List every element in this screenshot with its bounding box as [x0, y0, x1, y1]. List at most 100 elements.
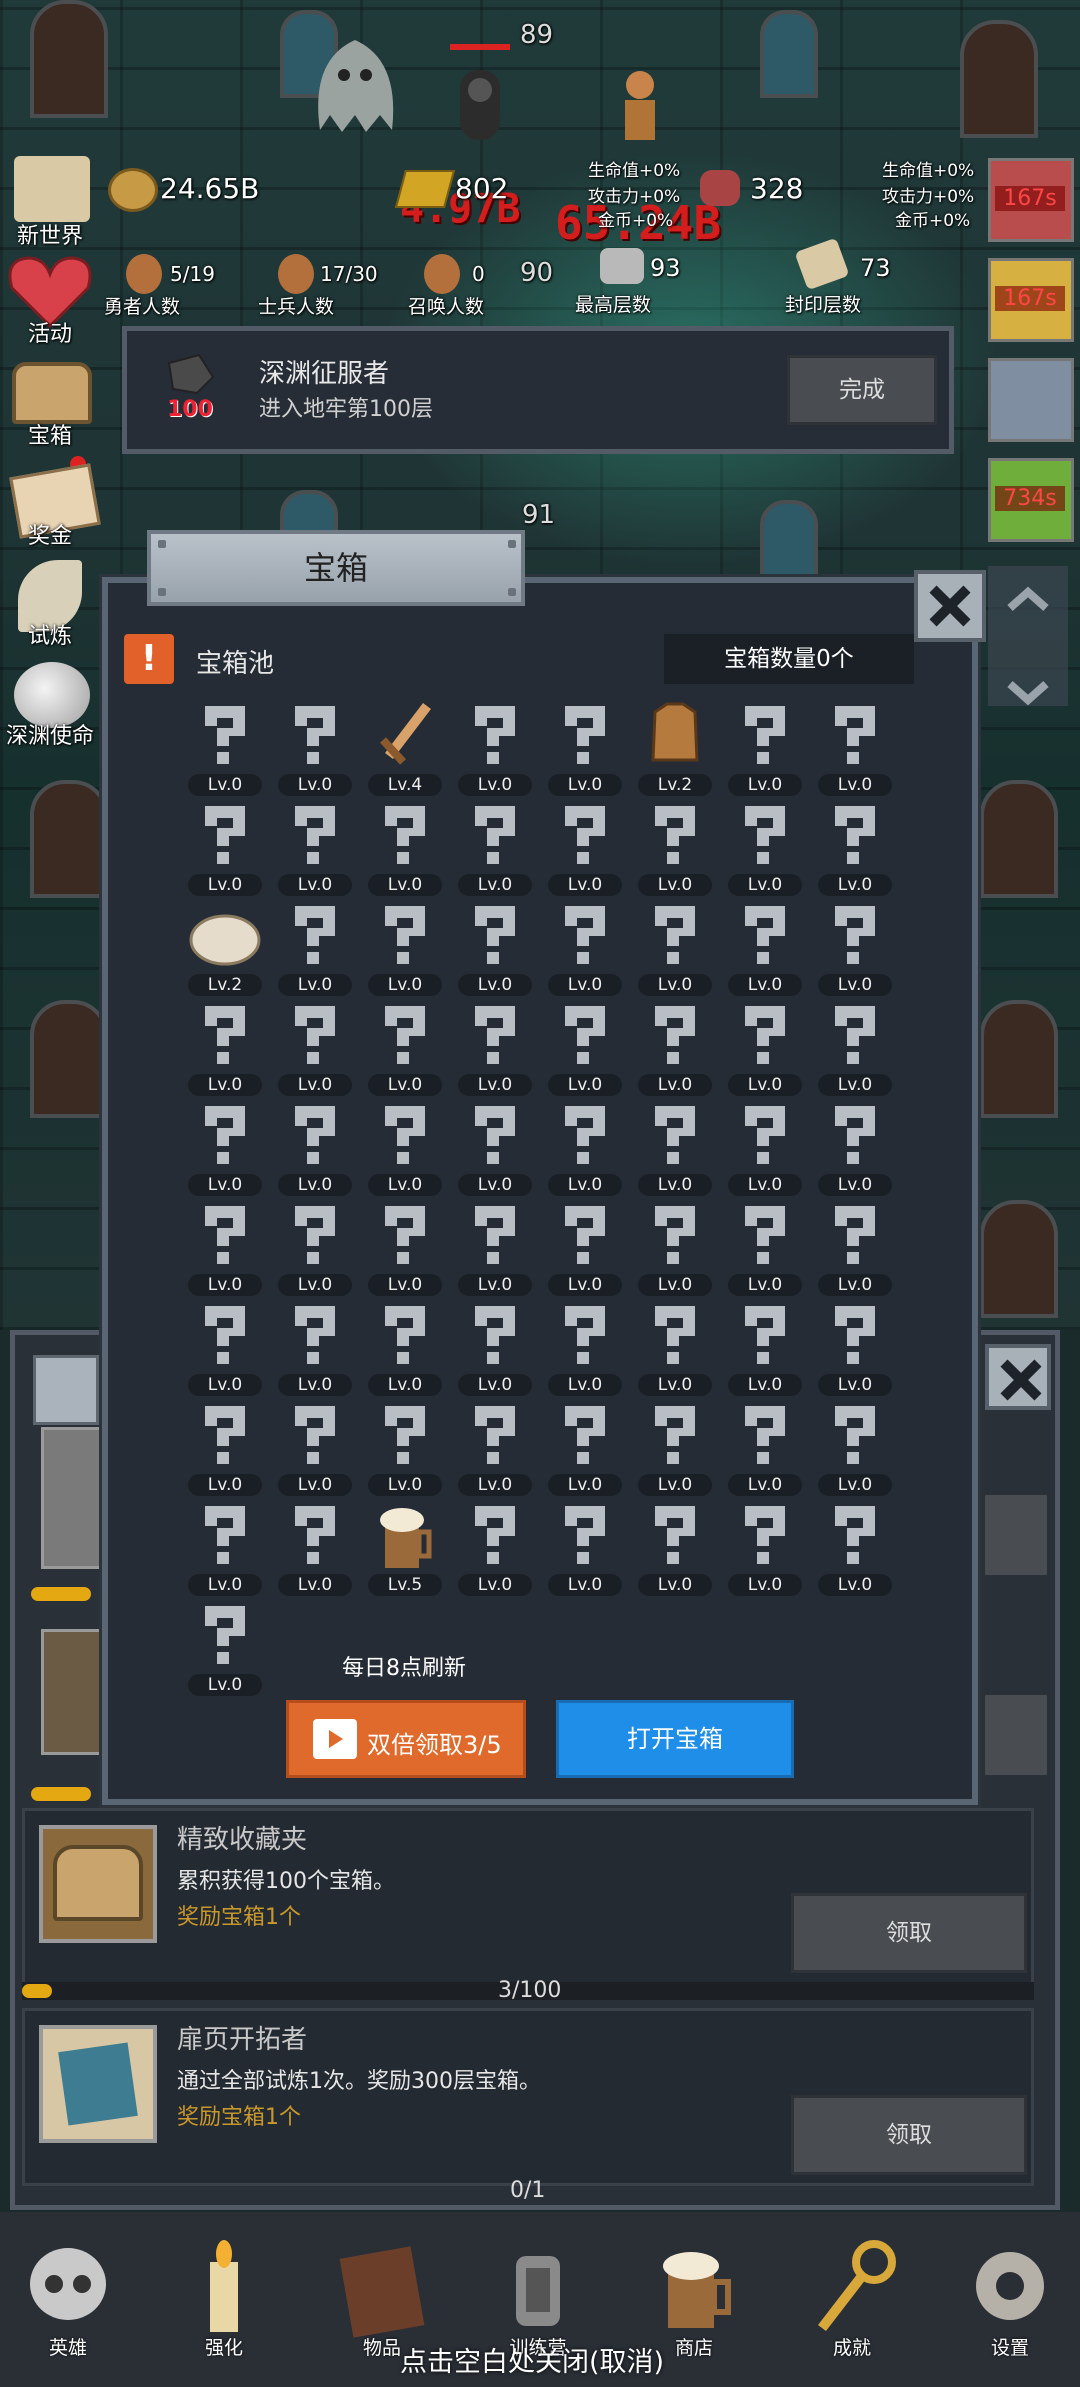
- claim-button-partial[interactable]: [985, 1495, 1047, 1575]
- chest-pool-item[interactable]: Lv.0: [188, 800, 262, 896]
- chest-pool-item[interactable]: Lv.4: [368, 700, 442, 796]
- chest-pool-item[interactable]: Lv.0: [818, 1000, 892, 1096]
- chest-pool-item[interactable]: Lv.0: [638, 1500, 712, 1596]
- chest-pool-item[interactable]: Lv.0: [458, 1300, 532, 1396]
- unknown-item-icon: [557, 800, 613, 872]
- chest-pool-item[interactable]: Lv.0: [458, 1500, 532, 1596]
- arrow-down-icon[interactable]: [1007, 681, 1049, 706]
- chest-pool-item[interactable]: Lv.0: [188, 1500, 262, 1596]
- chest-pool-item[interactable]: Lv.0: [638, 900, 712, 996]
- chest-pool-item[interactable]: Lv.0: [188, 700, 262, 796]
- chest-pool-item[interactable]: Lv.0: [368, 1300, 442, 1396]
- chest-pool-item[interactable]: Lv.0: [278, 900, 352, 996]
- chest-pool-item[interactable]: Lv.0: [818, 1100, 892, 1196]
- chest-pool-item[interactable]: Lv.0: [728, 1100, 802, 1196]
- chest-pool-item[interactable]: Lv.0: [278, 800, 352, 896]
- chest-pool-item[interactable]: Lv.0: [278, 1300, 352, 1396]
- chest-pool-item[interactable]: Lv.0: [458, 1400, 532, 1496]
- chest-pool-item[interactable]: Lv.0: [728, 1400, 802, 1496]
- chest-pool-item[interactable]: Lv.0: [818, 1400, 892, 1496]
- arrow-up-icon[interactable]: [1007, 586, 1049, 611]
- chest-pool-item[interactable]: Lv.0: [278, 1000, 352, 1096]
- chest-pool-item[interactable]: Lv.0: [278, 1500, 352, 1596]
- item-level: Lv.0: [728, 1374, 802, 1396]
- chest-pool-item[interactable]: Lv.0: [548, 1300, 622, 1396]
- item-level: Lv.0: [458, 874, 532, 896]
- chest-pool-item[interactable]: Lv.0: [548, 1000, 622, 1096]
- close-icon[interactable]: [985, 1344, 1051, 1410]
- chest-pool-item[interactable]: Lv.0: [818, 1200, 892, 1296]
- chest-pool-item[interactable]: Lv.0: [278, 1100, 352, 1196]
- chest-pool-item[interactable]: Lv.0: [188, 1200, 262, 1296]
- quest-complete-button[interactable]: 完成: [787, 355, 937, 425]
- chest-pool-item[interactable]: Lv.0: [188, 1400, 262, 1496]
- unknown-item-icon: [647, 1100, 703, 1172]
- chest-pool-item[interactable]: Lv.0: [368, 800, 442, 896]
- dialog-close-icon[interactable]: [914, 570, 986, 642]
- chest-pool-item[interactable]: Lv.0: [548, 800, 622, 896]
- chest-pool-item[interactable]: Lv.0: [728, 900, 802, 996]
- chest-pool-item[interactable]: Lv.0: [638, 1300, 712, 1396]
- chest-pool-item[interactable]: Lv.0: [548, 900, 622, 996]
- chest-pool-item[interactable]: Lv.0: [728, 1500, 802, 1596]
- chest-pool-item[interactable]: Lv.0: [548, 1100, 622, 1196]
- chest-pool-item[interactable]: Lv.0: [368, 1200, 442, 1296]
- chest-pool-item[interactable]: Lv.0: [188, 1300, 262, 1396]
- nav-achievements[interactable]: 成就: [792, 2232, 912, 2359]
- chest-pool-item[interactable]: Lv.0: [728, 700, 802, 796]
- meat-amount: 328: [750, 172, 804, 205]
- chest-pool-item[interactable]: Lv.0: [458, 1000, 532, 1096]
- chest-pool-item[interactable]: Lv.0: [278, 700, 352, 796]
- chest-pool-item[interactable]: Lv.0: [638, 1000, 712, 1096]
- chest-pool-item[interactable]: Lv.0: [548, 1200, 622, 1296]
- chest-pool-item[interactable]: Lv.2: [638, 700, 712, 796]
- double-claim-button[interactable]: 双倍领取3/5: [286, 1700, 526, 1778]
- chest-pool-item[interactable]: Lv.0: [278, 1200, 352, 1296]
- chest-pool-item[interactable]: Lv.0: [728, 800, 802, 896]
- chest-pool-item[interactable]: Lv.0: [548, 1500, 622, 1596]
- chest-pool-item[interactable]: Lv.0: [368, 900, 442, 996]
- chest-pool-item[interactable]: Lv.0: [638, 1400, 712, 1496]
- chest-pool-item[interactable]: Lv.0: [188, 1100, 262, 1196]
- chest-pool-item[interactable]: Lv.0: [188, 1000, 262, 1096]
- chest-pool-item[interactable]: Lv.0: [278, 1400, 352, 1496]
- chest-pool-item[interactable]: Lv.0: [458, 1200, 532, 1296]
- nav-training-camp[interactable]: 训练营: [478, 2232, 598, 2359]
- chest-pool-item[interactable]: Lv.2: [188, 900, 262, 996]
- nav-upgrade[interactable]: 强化: [164, 2232, 284, 2359]
- chest-pool-item[interactable]: Lv.0: [368, 1100, 442, 1196]
- claim-button[interactable]: 领取: [791, 1893, 1027, 1973]
- nav-items[interactable]: 物品: [322, 2232, 442, 2359]
- chest-pool-item[interactable]: Lv.0: [638, 1200, 712, 1296]
- chest-pool-item[interactable]: Lv.0: [368, 1400, 442, 1496]
- chest-pool-item[interactable]: Lv.0: [458, 900, 532, 996]
- open-chest-button[interactable]: 打开宝箱: [556, 1700, 794, 1778]
- chest-pool-item[interactable]: Lv.5: [368, 1500, 442, 1596]
- chest-pool-item[interactable]: Lv.0: [548, 700, 622, 796]
- nav-shop[interactable]: 商店: [634, 2232, 754, 2359]
- chest-pool-item[interactable]: Lv.0: [818, 900, 892, 996]
- chest-pool-item[interactable]: Lv.0: [548, 1400, 622, 1496]
- claim-button[interactable]: 领取: [791, 2095, 1027, 2175]
- claim-button-partial[interactable]: [985, 1695, 1047, 1775]
- buff-tile[interactable]: [988, 358, 1074, 442]
- floor-number: 91: [522, 500, 556, 530]
- nav-settings[interactable]: 设置: [950, 2232, 1070, 2359]
- chest-pool-item[interactable]: Lv.0: [818, 700, 892, 796]
- close-hint[interactable]: 点击空白处关闭(取消): [400, 2340, 664, 2379]
- chest-pool-item[interactable]: Lv.0: [818, 1500, 892, 1596]
- chest-pool-item[interactable]: Lv.0: [368, 1000, 442, 1096]
- chest-pool-item[interactable]: Lv.0: [818, 800, 892, 896]
- chest-pool-item[interactable]: Lv.0: [458, 800, 532, 896]
- chest-pool-item[interactable]: Lv.0: [818, 1300, 892, 1396]
- chest-pool-item[interactable]: Lv.0: [728, 1300, 802, 1396]
- chest-pool-item[interactable]: Lv.0: [638, 800, 712, 896]
- item-level: Lv.0: [818, 774, 892, 796]
- chest-pool-item[interactable]: Lv.0: [728, 1200, 802, 1296]
- chest-pool-item[interactable]: Lv.0: [638, 1100, 712, 1196]
- chest-pool-item[interactable]: Lv.0: [728, 1000, 802, 1096]
- chest-pool-item[interactable]: Lv.0: [458, 700, 532, 796]
- nav-heroes[interactable]: 英雄: [8, 2232, 128, 2359]
- chest-pool-item[interactable]: Lv.0: [458, 1100, 532, 1196]
- chest-pool-item[interactable]: Lv.0: [188, 1600, 262, 1696]
